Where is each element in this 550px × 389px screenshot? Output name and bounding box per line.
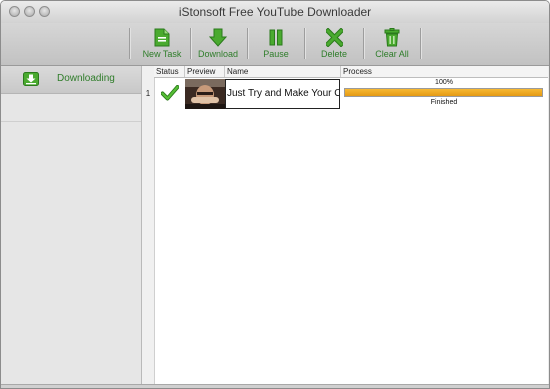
- sidebar-divider: [1, 121, 141, 122]
- download-arrow-icon: [190, 28, 246, 48]
- column-header-name[interactable]: Name: [225, 66, 341, 77]
- progress-bar-fill: [345, 89, 542, 96]
- column-header-preview[interactable]: Preview: [185, 66, 225, 77]
- table-row[interactable]: 1 Just Try and Make Your Own 100%: [142, 78, 548, 110]
- progress-bar: [344, 88, 543, 97]
- download-button[interactable]: Download: [190, 23, 246, 65]
- trash-icon: [364, 28, 420, 48]
- new-task-icon: [134, 28, 190, 48]
- table-header: Status Preview Name Process: [154, 66, 548, 78]
- toolbar-separator: [129, 28, 130, 59]
- pause-button[interactable]: Pause: [248, 23, 304, 65]
- download-icon: [23, 72, 39, 86]
- video-thumbnail[interactable]: [185, 79, 225, 109]
- row-number-column: [142, 66, 155, 384]
- row-number: 1: [145, 89, 151, 98]
- delete-x-icon: [306, 28, 362, 48]
- sidebar-item-downloading[interactable]: Downloading: [1, 66, 141, 94]
- sidebar-item-label: Downloading: [57, 73, 115, 84]
- sidebar: Downloading: [1, 66, 142, 388]
- check-icon: [160, 85, 180, 101]
- toolbar-separator: [420, 28, 421, 59]
- pause-icon: [248, 28, 304, 48]
- delete-button[interactable]: Delete: [306, 23, 362, 65]
- toolbar-separator: [304, 28, 305, 59]
- download-table: Status Preview Name Process 1 Just Try a…: [142, 66, 548, 384]
- title-bar: iStonsoft Free YouTube Downloader: [1, 1, 549, 23]
- new-task-button[interactable]: New Task: [134, 23, 190, 65]
- app-window: iStonsoft Free YouTube Downloader New Ta…: [0, 0, 550, 389]
- video-name[interactable]: Just Try and Make Your Own: [225, 79, 340, 109]
- column-header-process[interactable]: Process: [341, 66, 548, 77]
- progress-percent: 100%: [435, 79, 453, 86]
- toolbar: New Task Download Pause Delete Clear All: [1, 23, 549, 66]
- clear-all-button[interactable]: Clear All: [364, 23, 420, 65]
- status-text: Finished: [430, 99, 458, 106]
- window-title: iStonsoft Free YouTube Downloader: [178, 5, 372, 19]
- bottom-bar: [1, 384, 549, 388]
- column-header-status[interactable]: Status: [154, 66, 185, 77]
